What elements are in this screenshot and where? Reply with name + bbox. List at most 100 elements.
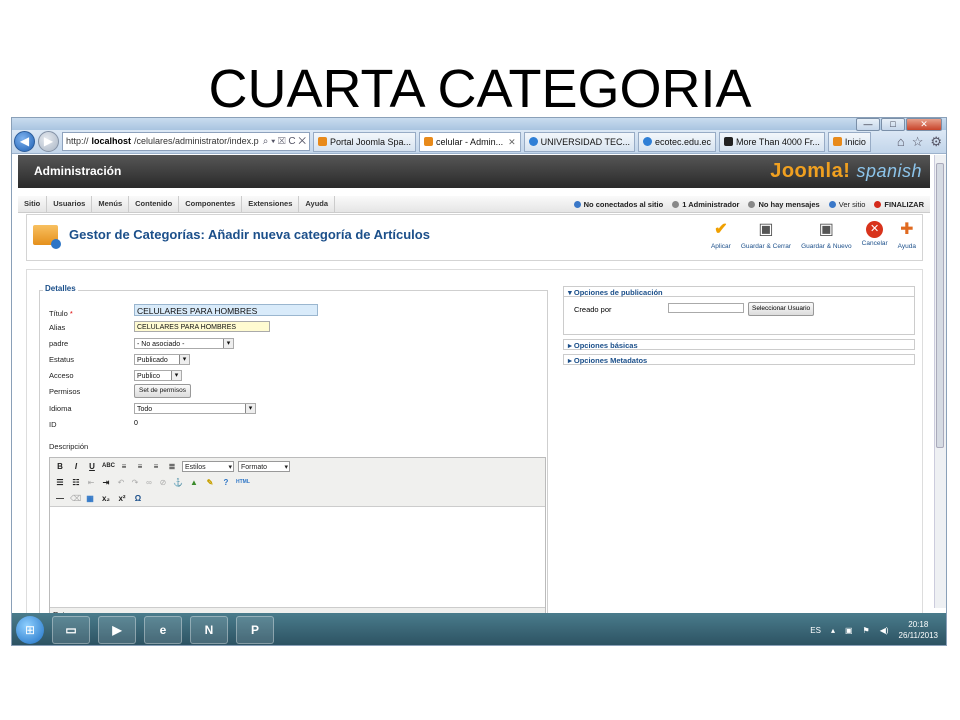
title-input[interactable]: CELULARES PARA HOMBRES xyxy=(134,304,318,316)
anchor-icon[interactable]: ⚓ xyxy=(172,478,184,487)
ie-taskbar-icon[interactable]: e xyxy=(144,616,182,644)
flag-icon[interactable]: ⚑ xyxy=(863,626,870,635)
back-button[interactable]: ◀ xyxy=(14,131,35,152)
menu-extensiones[interactable]: Extensiones xyxy=(242,196,300,212)
subscript-icon[interactable]: x₂ xyxy=(100,494,112,503)
tab-portal-joomla[interactable]: Portal Joomla Spa... xyxy=(313,131,417,152)
help-editor-icon[interactable]: ? xyxy=(220,478,232,487)
menu-ayuda[interactable]: Ayuda xyxy=(299,196,336,212)
created-by-input[interactable] xyxy=(668,303,744,313)
powerpoint-taskbar-icon[interactable]: P xyxy=(236,616,274,644)
cleanup-icon[interactable]: ✎ xyxy=(204,478,216,487)
redo-icon[interactable]: ↷ xyxy=(130,478,140,487)
menu-componentes[interactable]: Componentes xyxy=(179,196,243,212)
undo-icon[interactable]: ↶ xyxy=(116,478,126,487)
link-icon[interactable]: ∞ xyxy=(144,478,154,487)
tab-universidad[interactable]: UNIVERSIDAD TEC... xyxy=(523,131,635,152)
logout-link[interactable]: FINALIZAR xyxy=(874,200,924,209)
menu-sitio[interactable]: Sitio xyxy=(18,196,48,212)
image-icon[interactable]: ▲ xyxy=(188,478,200,487)
access-select[interactable]: Publico xyxy=(134,370,182,381)
menu-menus[interactable]: Menús xyxy=(92,196,130,212)
view-site-link[interactable]: Ver sitio xyxy=(828,200,865,209)
italic-icon[interactable]: I xyxy=(70,462,82,471)
address-bar[interactable]: http://localhost/celulares/administrator… xyxy=(62,132,310,151)
tab-inicio[interactable]: Inicio xyxy=(827,131,871,152)
close-tab-icon[interactable]: ✕ xyxy=(508,133,516,151)
align-left-icon[interactable]: ≡ xyxy=(118,462,130,471)
special-char-icon[interactable]: Ω xyxy=(132,494,144,503)
gear-icon[interactable]: ⚙ xyxy=(930,134,942,150)
monitor-icon xyxy=(828,200,836,208)
indent-icon[interactable]: ⇥ xyxy=(100,478,112,487)
horizontal-rule-icon[interactable]: — xyxy=(54,494,66,503)
mail-icon xyxy=(748,200,756,208)
address-prefix: http:// xyxy=(66,136,89,146)
outdent-icon[interactable]: ⇤ xyxy=(86,478,96,487)
cancel-icon: ✕ xyxy=(866,221,884,238)
clock-date: 26/11/2013 xyxy=(898,631,938,640)
format-select[interactable]: Formato xyxy=(238,460,290,473)
tab-more-than-4000[interactable]: More Than 4000 Fr... xyxy=(719,131,825,152)
save-close-button[interactable]: ▣ Guardar & Cerrar xyxy=(739,219,793,250)
styles-select[interactable]: Estilos xyxy=(182,460,234,473)
publishing-options-header[interactable]: ▾ Opciones de publicación xyxy=(563,286,915,297)
clock[interactable]: 20:18 26/11/2013 xyxy=(899,619,938,641)
minimize-button[interactable]: — xyxy=(856,118,880,131)
menu-contenido[interactable]: Contenido xyxy=(129,196,180,212)
underline-icon[interactable]: U xyxy=(86,462,98,471)
browser-right-icons: ⌂ ☆ ⚙ xyxy=(897,134,946,150)
admins-status: 1 Administrador xyxy=(672,200,739,209)
media-player-taskbar-icon[interactable]: ▶ xyxy=(98,616,136,644)
help-button[interactable]: ✚ Ayuda xyxy=(896,219,918,250)
network-icon[interactable]: ▣ xyxy=(845,626,853,635)
metadata-options-header[interactable]: ▸ Opciones Metadatos xyxy=(563,354,915,365)
bullet-list-icon[interactable]: ☰ xyxy=(54,478,66,487)
explorer-taskbar-icon[interactable]: ▭ xyxy=(52,616,90,644)
numbered-list-icon[interactable]: ☷ xyxy=(70,478,82,487)
parent-select[interactable]: - No asociado - xyxy=(134,338,234,349)
select-user-button[interactable]: Seleccionar Usuario xyxy=(748,302,815,316)
close-window-button[interactable]: ✕ xyxy=(906,118,942,131)
favorites-icon[interactable]: ☆ xyxy=(912,134,924,150)
tab-ecotec[interactable]: ecotec.edu.ec xyxy=(637,131,717,152)
onenote-taskbar-icon[interactable]: N xyxy=(190,616,228,644)
strikethrough-icon[interactable]: ABC xyxy=(102,463,115,469)
superscript-icon[interactable]: x² xyxy=(116,494,128,503)
menu-usuarios[interactable]: Usuarios xyxy=(47,196,93,212)
language-label: Idioma xyxy=(49,404,72,413)
address-path: /celulares/administrator/index.p xyxy=(134,136,259,146)
cancel-button[interactable]: ✕ Cancelar xyxy=(860,219,890,250)
publishing-options-body: Creado por Seleccionar Usuario xyxy=(563,297,915,335)
volume-icon[interactable]: ◀) xyxy=(880,626,889,635)
system-tray: ES ▴ ▣ ⚑ ◀) 20:18 26/11/2013 xyxy=(810,619,946,641)
start-button[interactable]: ⊞ xyxy=(16,616,44,644)
remove-format-icon[interactable]: ⌫ xyxy=(70,494,81,503)
html-icon[interactable]: HTML xyxy=(236,479,250,485)
save-new-button[interactable]: ▣ Guardar & Nuevo xyxy=(799,219,854,250)
page-scrollbar[interactable] xyxy=(934,155,946,608)
scrollbar-thumb[interactable] xyxy=(936,163,944,448)
visual-aid-icon[interactable]: ▦ xyxy=(84,494,96,503)
save-new-icon: ▣ xyxy=(818,221,834,238)
alias-input[interactable]: CELULARES PARA HOMBRES xyxy=(134,321,270,332)
language-select[interactable]: Todo xyxy=(134,403,256,414)
clock-time: 20:18 xyxy=(908,620,929,629)
bold-icon[interactable]: B xyxy=(54,462,66,471)
forward-button[interactable]: ▶ xyxy=(38,131,59,152)
home-icon[interactable]: ⌂ xyxy=(897,134,905,150)
address-host: localhost xyxy=(91,136,132,146)
justify-icon[interactable]: ≣ xyxy=(166,462,178,471)
address-tools[interactable]: ⌕ ▾ ☒ C ✕ xyxy=(263,133,306,150)
basic-options-header[interactable]: ▸ Opciones básicas xyxy=(563,339,915,350)
apply-button[interactable]: ✔ Aplicar xyxy=(709,219,733,250)
language-indicator[interactable]: ES xyxy=(810,626,821,635)
unlink-icon[interactable]: ⊘ xyxy=(158,478,168,487)
maximize-button[interactable]: □ xyxy=(881,118,905,131)
align-center-icon[interactable]: ≡ xyxy=(134,462,146,471)
status-select[interactable]: Publicado xyxy=(134,354,190,365)
tray-arrow-icon[interactable]: ▴ xyxy=(831,626,835,635)
permissions-button[interactable]: Set de permisos xyxy=(134,384,191,398)
tab-celular-admin[interactable]: celular - Admin... ✕ xyxy=(419,131,521,152)
align-right-icon[interactable]: ≡ xyxy=(150,462,162,471)
